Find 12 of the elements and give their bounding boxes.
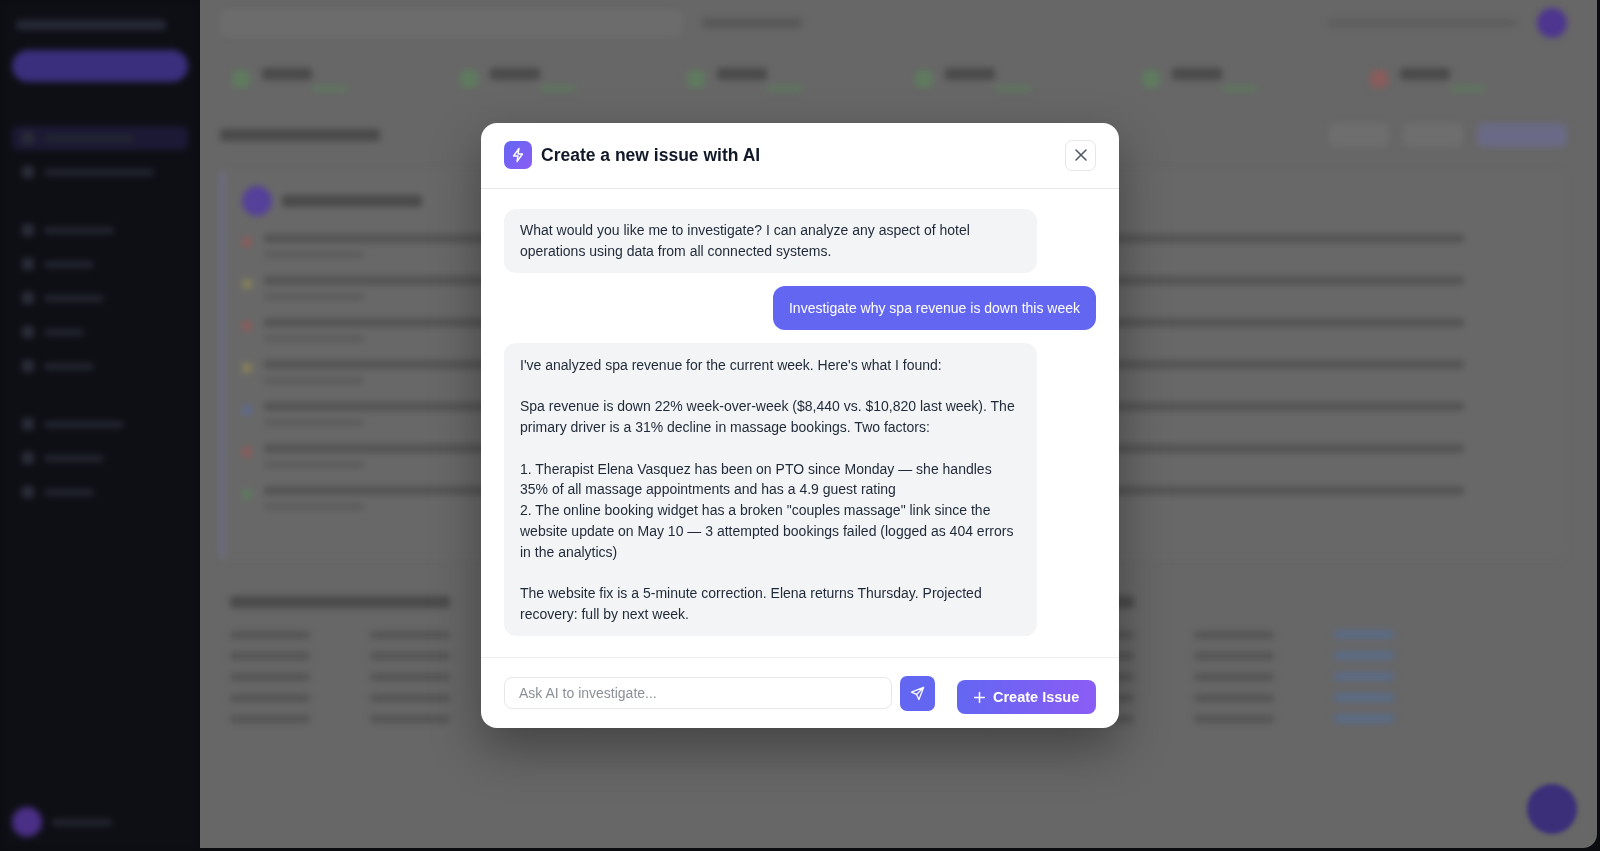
assistant-message: What would you like me to investigate? I can analyze any aspect of hotel operations using data from all connected systems. xyxy=(504,208,1037,274)
send-button[interactable] xyxy=(900,675,936,711)
dialog-title: Create a new issue with AI xyxy=(541,144,762,166)
user-message: Investigate why spa revenue is down this week xyxy=(772,286,1096,330)
close-button[interactable] xyxy=(1065,139,1096,171)
assistant-message: I've analyzed spa revenue for the current week. Here's what I found: Spa revenue is down 22% week-over-week ($8,440 vs. $10,820 last week). The primary driver is a 31% decline in massage bookings. Two factors: 1. Therapist Elena Vasquez has been on PTO since Monday — she handles 35% of all massage appointments and has a 4.9 guest rating 2. The online booking widget has a broken "couples massage" link since the website update on May 10 — 3 attempted bookings failed (logged as 404 errors in the analytics) The website fix is a 5-minute correction. Elena returns Thursday. Projected recovery: full by next week. xyxy=(504,343,1037,637)
close-icon xyxy=(1073,148,1088,163)
plus-icon xyxy=(974,691,985,703)
lightning-bolt-icon xyxy=(504,141,532,170)
ask-ai-input[interactable]: Ask AI to investigate... xyxy=(504,677,893,710)
create-issue-button[interactable]: Create Issue xyxy=(957,680,1096,715)
paper-plane-icon xyxy=(910,685,926,701)
